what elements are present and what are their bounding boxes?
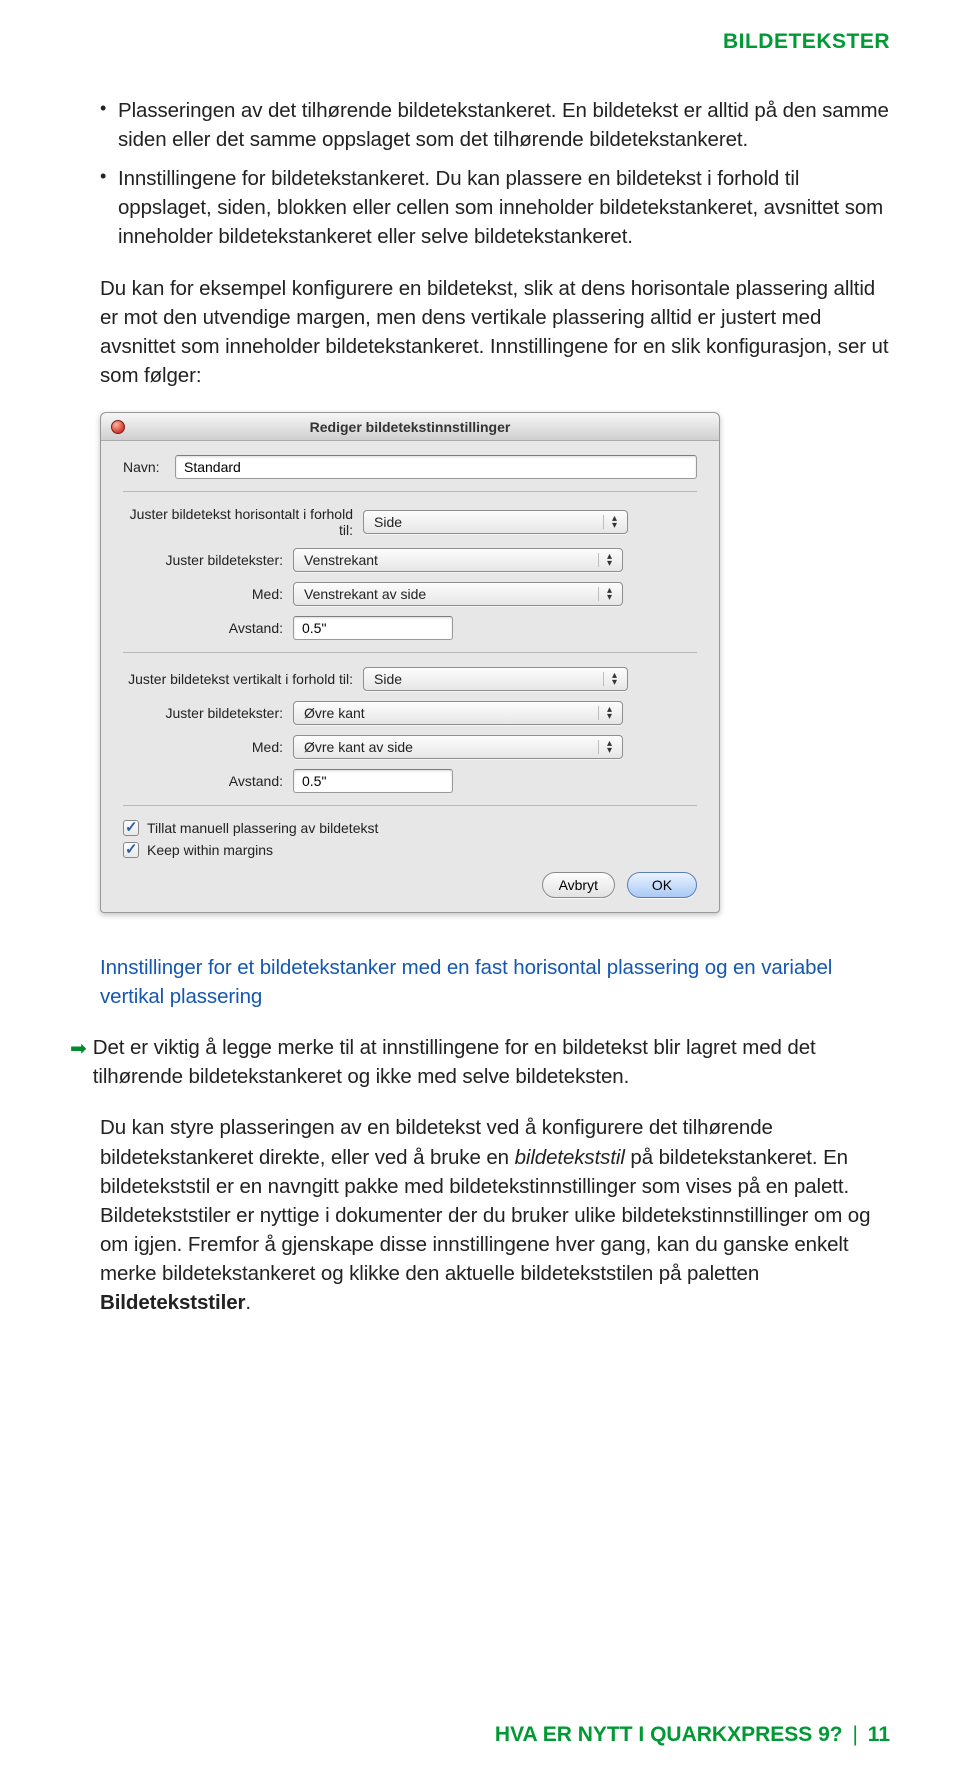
figure-caption: Innstillinger for et bildetekstanker med…	[100, 953, 890, 1011]
text-bold: Bildetekststiler	[100, 1291, 245, 1314]
v-align-select[interactable]: Øvre kant	[293, 701, 623, 725]
name-input[interactable]	[175, 455, 697, 479]
h-align-select[interactable]: Venstrekant	[293, 548, 623, 572]
select-value: Venstrekant av side	[304, 586, 426, 602]
select-value: Side	[374, 514, 402, 530]
v-align-label: Juster bildetekster:	[123, 705, 293, 721]
h-align-label: Juster bildetekster:	[123, 552, 293, 568]
v-with-label: Med:	[123, 739, 293, 755]
dialog-title-text: Rediger bildetekstinnstillinger	[310, 419, 511, 435]
check-icon	[123, 820, 139, 836]
text-run: .	[245, 1291, 251, 1314]
chevron-updown-icon	[598, 706, 616, 720]
v-relative-label: Juster bildetekst vertikalt i forhold ti…	[123, 671, 363, 687]
h-relative-select[interactable]: Side	[363, 510, 628, 534]
bullet-list: Plasseringen av det tilhørende bildeteks…	[100, 96, 890, 252]
settings-dialog: Rediger bildetekstinnstillinger Navn: Ju…	[100, 412, 720, 913]
select-value: Venstrekant	[304, 552, 378, 568]
check-icon	[123, 842, 139, 858]
v-offset-input[interactable]	[293, 769, 453, 793]
divider	[123, 491, 697, 492]
chevron-updown-icon	[598, 587, 616, 601]
close-icon[interactable]	[111, 420, 125, 434]
note-paragraph: Det er viktig å legge merke til at innst…	[93, 1033, 890, 1091]
divider	[123, 805, 697, 806]
chevron-updown-icon	[598, 553, 616, 567]
arrow-note-icon: ➡	[70, 1039, 87, 1059]
ok-button[interactable]: OK	[627, 872, 697, 898]
checkbox-label: Keep within margins	[147, 842, 273, 858]
bullet-item: Innstillingene for bildetekstankeret. Du…	[100, 164, 890, 251]
h-with-select[interactable]: Venstrekant av side	[293, 582, 623, 606]
body-paragraph: Du kan styre plasseringen av en bildetek…	[100, 1113, 890, 1317]
body-paragraph: Du kan for eksempel konfigurere en bilde…	[100, 274, 890, 390]
select-value: Side	[374, 671, 402, 687]
v-relative-select[interactable]: Side	[363, 667, 628, 691]
bullet-item: Plasseringen av det tilhørende bildeteks…	[100, 96, 890, 154]
v-offset-label: Avstand:	[123, 773, 293, 789]
allow-manual-checkbox[interactable]: Tillat manuell plassering av bildetekst	[123, 820, 697, 836]
cancel-button[interactable]: Avbryt	[542, 872, 615, 898]
page-footer: HVA ER NYTT I QUARKXPRESS 9? | 11	[495, 1723, 890, 1747]
checkbox-label: Tillat manuell plassering av bildetekst	[147, 820, 378, 836]
select-value: Øvre kant	[304, 705, 365, 721]
dialog-title: Rediger bildetekstinnstillinger	[101, 413, 719, 441]
h-with-label: Med:	[123, 586, 293, 602]
divider	[123, 652, 697, 653]
section-header: BILDETEKSTER	[100, 30, 890, 54]
footer-divider: |	[852, 1723, 857, 1746]
page-number: 11	[868, 1723, 890, 1746]
chevron-updown-icon	[603, 672, 621, 686]
name-label: Navn:	[123, 459, 175, 475]
chevron-updown-icon	[603, 515, 621, 529]
h-relative-label: Juster bildetekst horisontalt i forhold …	[123, 506, 363, 538]
text-italic: bildetekststil	[515, 1146, 625, 1169]
h-offset-label: Avstand:	[123, 620, 293, 636]
chevron-updown-icon	[598, 740, 616, 754]
v-with-select[interactable]: Øvre kant av side	[293, 735, 623, 759]
keep-margins-checkbox[interactable]: Keep within margins	[123, 842, 697, 858]
select-value: Øvre kant av side	[304, 739, 413, 755]
h-offset-input[interactable]	[293, 616, 453, 640]
footer-text: HVA ER NYTT I QUARKXPRESS 9?	[495, 1723, 843, 1746]
